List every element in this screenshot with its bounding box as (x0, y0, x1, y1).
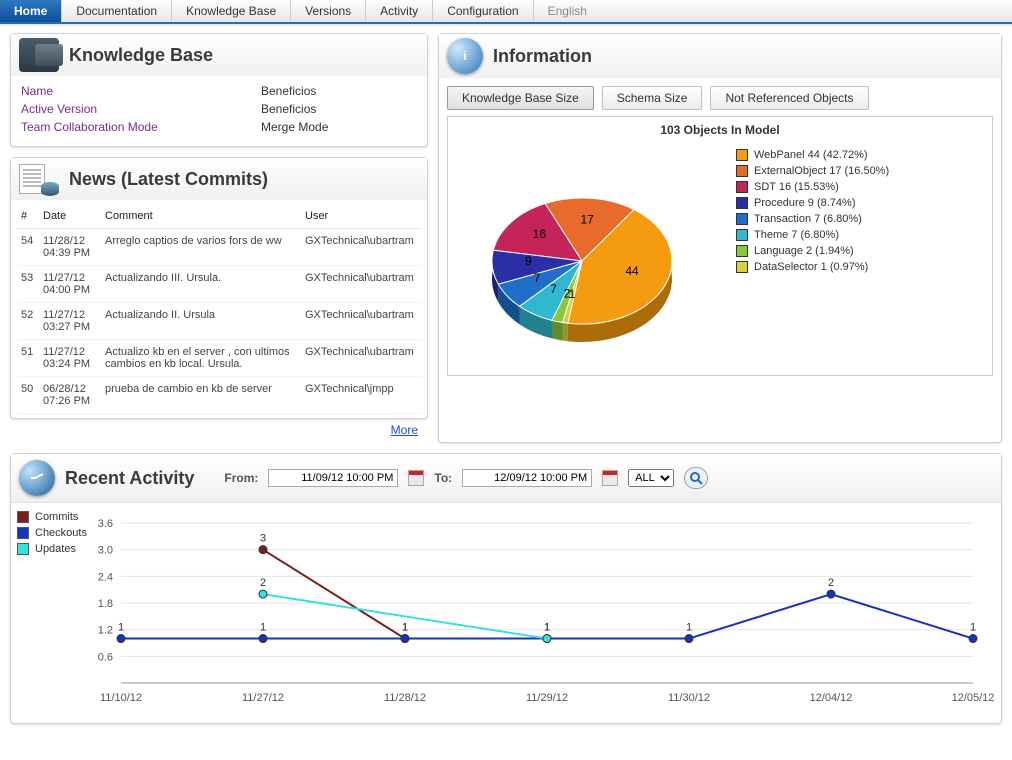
legend-item: DataSelector 1 (0.97%) (736, 259, 984, 275)
svg-text:1: 1 (569, 287, 576, 301)
pie-title: 103 Objects In Model (452, 121, 988, 141)
nav-home[interactable]: Home (0, 0, 62, 22)
svg-text:1.8: 1.8 (98, 598, 113, 610)
svg-text:3.6: 3.6 (98, 518, 113, 530)
to-label: To: (434, 471, 452, 485)
nav-activity[interactable]: Activity (366, 0, 433, 22)
svg-text:11/28/12: 11/28/12 (384, 692, 426, 704)
kb-value-name: Beneficios (261, 82, 316, 100)
magnifier-icon (689, 471, 703, 485)
activity-icon (19, 460, 55, 496)
nav-language[interactable]: English (534, 0, 601, 22)
table-row[interactable]: 5411/28/12 04:39 PMArreglo captios de va… (17, 229, 421, 266)
svg-text:3: 3 (260, 533, 266, 545)
svg-text:11/10/12: 11/10/12 (100, 692, 142, 704)
top-nav: Home Documentation Knowledge Base Versio… (0, 0, 1012, 24)
table-row[interactable]: 5111/27/12 03:24 PMActualizo kb en el se… (17, 340, 421, 377)
tab-schema-size[interactable]: Schema Size (602, 86, 703, 110)
panel-news: News (Latest Commits) # Date Comment Use… (10, 157, 428, 419)
folder-icon (19, 38, 59, 72)
news-h-user: User (301, 204, 421, 229)
svg-text:2: 2 (828, 577, 834, 589)
pie-chart: 44171697721 (452, 141, 732, 371)
tab-not-referenced[interactable]: Not Referenced Objects (710, 86, 868, 110)
news-h-num: # (17, 204, 39, 229)
svg-text:12/04/12: 12/04/12 (810, 692, 853, 704)
news-h-comment: Comment (101, 204, 301, 229)
svg-text:1: 1 (118, 622, 124, 634)
info-icon: i (447, 38, 483, 74)
svg-text:7: 7 (534, 271, 541, 285)
to-input[interactable] (462, 469, 592, 487)
search-button[interactable] (684, 467, 708, 489)
news-title: News (Latest Commits) (69, 169, 268, 190)
news-icon (19, 162, 59, 196)
panel-info: i Information Knowledge Base Size Schema… (438, 33, 1002, 443)
table-row[interactable]: 5211/27/12 03:27 PMActualizando II. Ursu… (17, 303, 421, 340)
tab-kb-size[interactable]: Knowledge Base Size (447, 86, 594, 110)
activity-legend: CommitsCheckoutsUpdates (17, 509, 87, 557)
nav-versions[interactable]: Versions (291, 0, 366, 22)
legend-item: Theme 7 (6.80%) (736, 227, 984, 243)
svg-text:3.0: 3.0 (98, 545, 113, 557)
from-input[interactable] (268, 469, 398, 487)
svg-text:1: 1 (402, 622, 408, 634)
svg-text:1: 1 (970, 622, 976, 634)
legend-item: Language 2 (1.94%) (736, 243, 984, 259)
legend-item: ExternalObject 17 (16.50%) (736, 163, 984, 179)
more-link[interactable]: More (391, 423, 418, 437)
nav-knowledge-base[interactable]: Knowledge Base (172, 0, 291, 22)
legend-item: SDT 16 (15.53%) (736, 179, 984, 195)
svg-text:1: 1 (260, 622, 266, 634)
activity-title: Recent Activity (65, 468, 194, 489)
svg-text:11/30/12: 11/30/12 (668, 692, 710, 704)
calendar-icon[interactable] (602, 470, 618, 486)
news-table: # Date Comment User 5411/28/12 04:39 PMA… (17, 204, 421, 414)
svg-text:11/29/12: 11/29/12 (526, 692, 568, 704)
news-h-date: Date (39, 204, 101, 229)
pie-legend: WebPanel 44 (42.72%)ExternalObject 17 (1… (732, 141, 988, 371)
svg-text:17: 17 (581, 212, 595, 226)
legend-item: Commits (17, 509, 87, 525)
svg-text:9: 9 (525, 254, 532, 268)
svg-text:44: 44 (625, 264, 639, 278)
svg-text:2.4: 2.4 (98, 571, 113, 583)
legend-item: Checkouts (17, 525, 87, 541)
info-title: Information (493, 46, 592, 67)
activity-chart: 0.6 1.2 1.8 2.4 3.0 3.6 11/10/12 11/27/12 11/28/… (11, 503, 1003, 723)
panel-activity: Recent Activity From: To: ALL 0.6 1.2 1.8 2… (10, 453, 1002, 724)
filter-select[interactable]: ALL (628, 469, 674, 487)
kb-label-name: Name (21, 82, 261, 100)
from-label: From: (224, 471, 258, 485)
table-row[interactable]: 5311/27/12 04:00 PMActualizando III. Urs… (17, 266, 421, 303)
legend-item: WebPanel 44 (42.72%) (736, 147, 984, 163)
svg-text:2: 2 (260, 577, 266, 589)
svg-text:11/27/12: 11/27/12 (242, 692, 284, 704)
svg-text:1: 1 (544, 622, 550, 634)
kb-label-version: Active Version (21, 100, 261, 118)
kb-label-mode: Team Collaboration Mode (21, 118, 261, 136)
legend-item: Procedure 9 (8.74%) (736, 195, 984, 211)
legend-item: Updates (17, 541, 87, 557)
kb-value-mode: Merge Mode (261, 118, 328, 136)
legend-item: Transaction 7 (6.80%) (736, 211, 984, 227)
svg-text:16: 16 (533, 227, 547, 241)
nav-configuration[interactable]: Configuration (433, 0, 533, 22)
svg-text:7: 7 (550, 282, 557, 296)
svg-text:0.6: 0.6 (98, 651, 113, 663)
kb-value-version: Beneficios (261, 100, 316, 118)
nav-documentation[interactable]: Documentation (62, 0, 172, 22)
table-row[interactable]: 5006/28/12 07:26 PMprueba de cambio en k… (17, 377, 421, 414)
panel-kb: Knowledge Base NameBeneficios Active Ver… (10, 33, 428, 147)
svg-text:12/05/12: 12/05/12 (952, 692, 995, 704)
kb-title: Knowledge Base (69, 45, 213, 66)
svg-text:1.2: 1.2 (98, 625, 113, 637)
svg-text:1: 1 (686, 622, 692, 634)
calendar-icon[interactable] (408, 470, 424, 486)
